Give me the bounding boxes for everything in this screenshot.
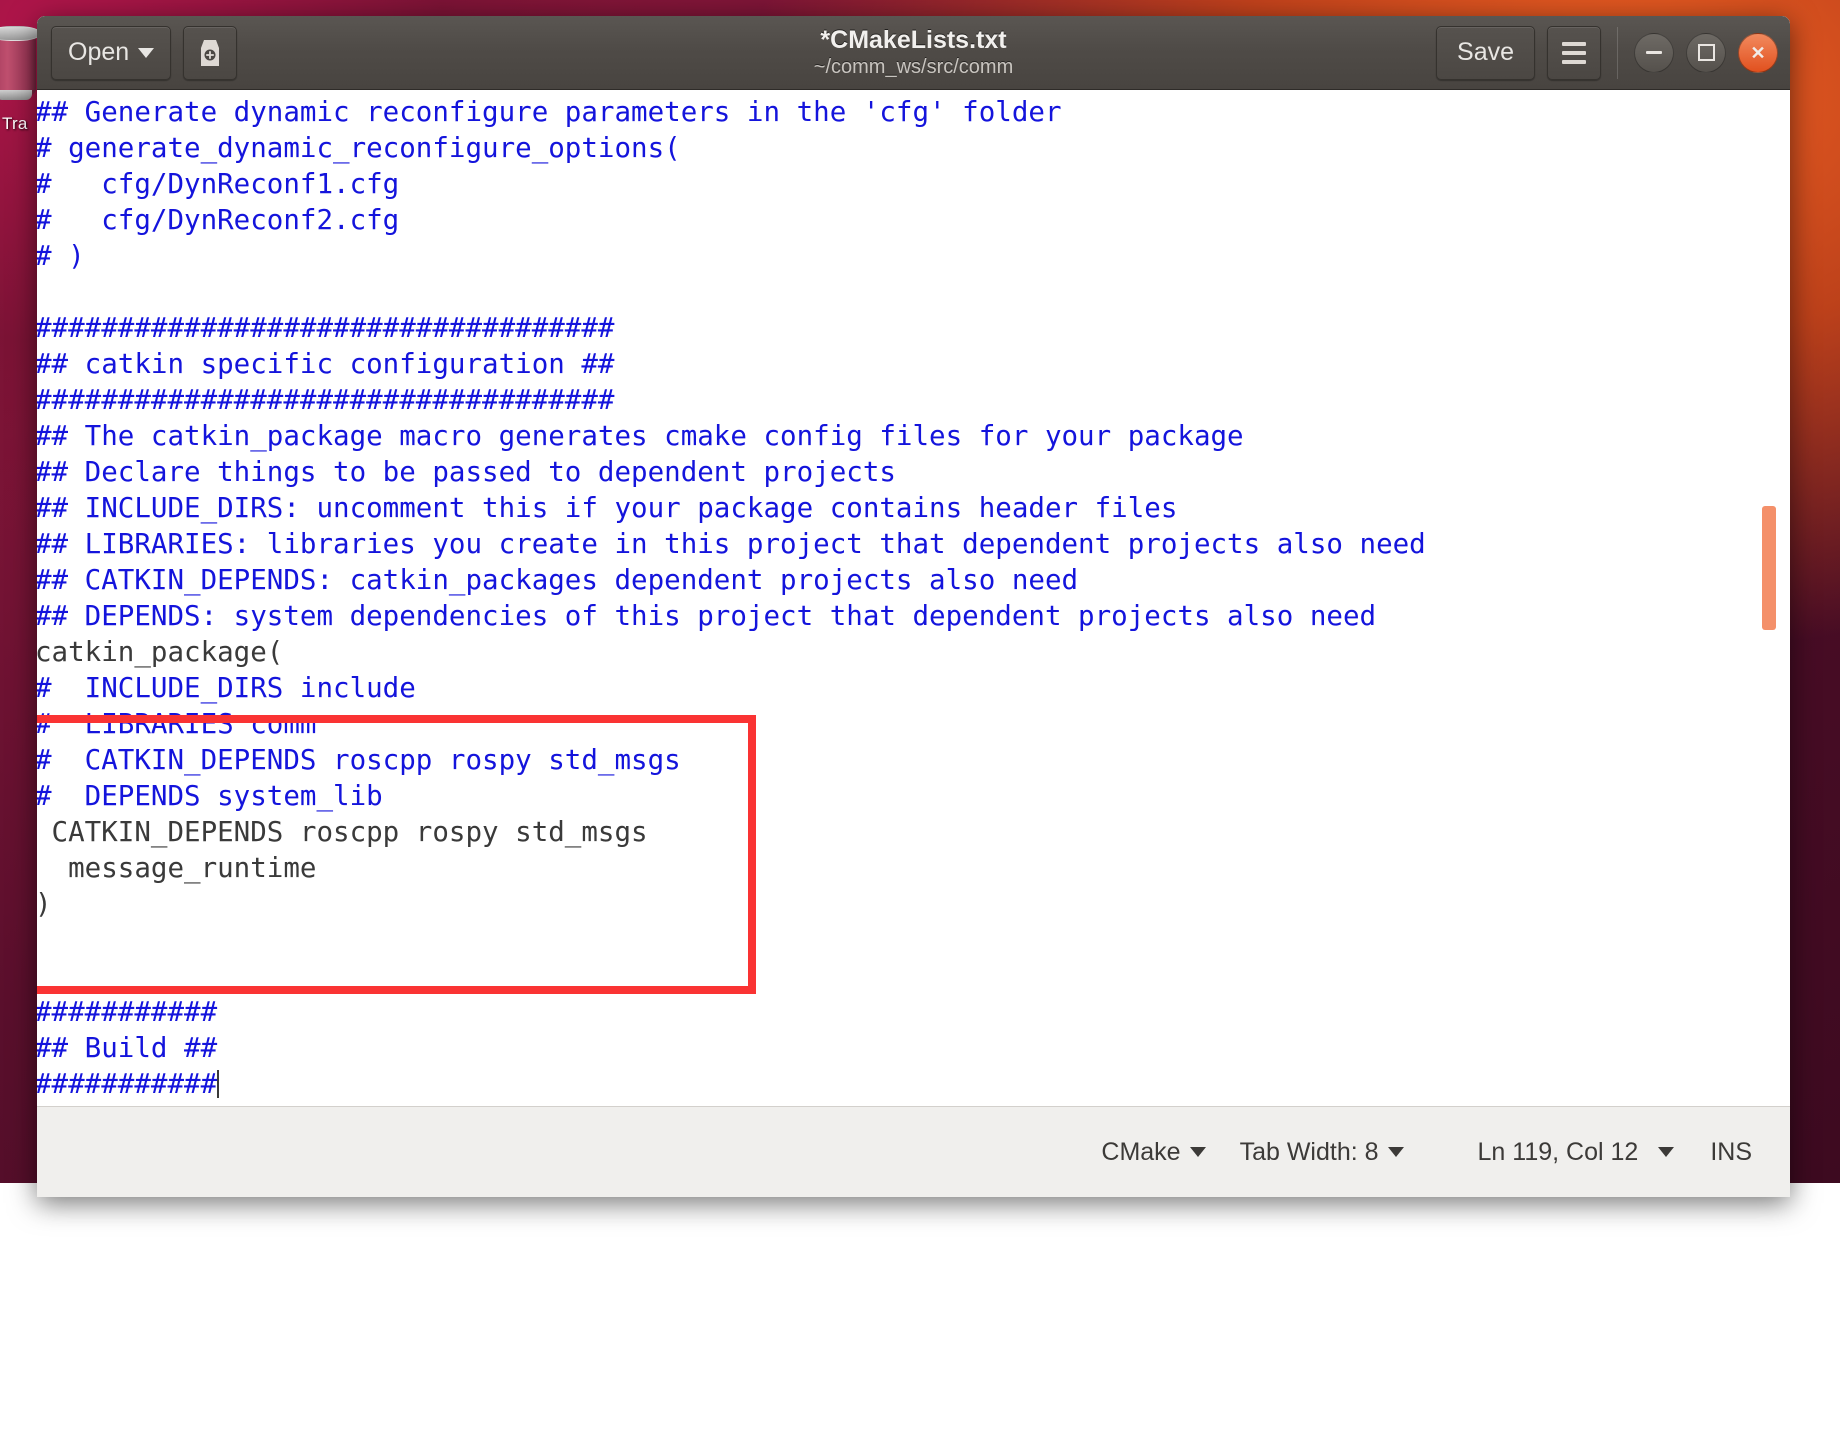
status-bar: CMake Tab Width: 8 Ln 119, Col 12 INS	[37, 1106, 1790, 1197]
chevron-down-icon	[1387, 1147, 1404, 1157]
code-line-text: ###################################	[37, 384, 615, 416]
code-line-text: # DEPENDS system_lib	[37, 780, 383, 812]
tab-width-selector[interactable]: Tab Width: 8	[1240, 1138, 1404, 1167]
code-line: ###########	[37, 994, 1426, 1030]
insert-mode-indicator: INS	[1710, 1138, 1752, 1167]
chevron-down-icon	[138, 47, 155, 58]
close-icon: ✕	[1750, 42, 1766, 63]
code-line-text: ## catkin specific configuration ##	[37, 348, 615, 380]
code-line-text: ###########	[37, 996, 218, 1028]
code-line: message_runtime	[37, 850, 1426, 886]
code-line: ## catkin specific configuration ##	[37, 346, 1426, 382]
cursor-position-text: Ln 119, Col 12	[1477, 1137, 1639, 1166]
code-line-text: ## CATKIN_DEPENDS: catkin_packages depen…	[37, 564, 1079, 596]
code-line: ## Generate dynamic reconfigure paramete…	[37, 94, 1426, 130]
code-line-text: ###################################	[37, 312, 615, 344]
code-content[interactable]: ## Generate dynamic reconfigure paramete…	[37, 94, 1426, 1102]
trash-base	[0, 90, 32, 100]
code-line: ## Build ##	[37, 1030, 1426, 1066]
code-line-text: # cfg/DynReconf2.cfg	[37, 204, 400, 236]
page-title: *CMakeLists.txt	[820, 25, 1007, 54]
trash-label: Tra	[2, 114, 28, 133]
code-line-text: ###########	[37, 1068, 218, 1100]
code-line-text: ## DEPENDS: system dependencies of this …	[37, 600, 1377, 632]
code-line-text: catkin_package(	[37, 636, 284, 668]
hamburger-menu-icon	[1562, 41, 1586, 46]
code-line-text: # generate_dynamic_reconfigure_options(	[37, 132, 681, 164]
code-line: ###################################	[37, 382, 1426, 418]
code-line-text: # cfg/DynReconf1.cfg	[37, 168, 400, 200]
code-line: # cfg/DynReconf2.cfg	[37, 202, 1426, 238]
code-line-text: )	[37, 888, 52, 920]
text-editor-view[interactable]: ## Generate dynamic reconfigure paramete…	[37, 90, 1790, 1106]
new-document-icon	[201, 39, 220, 66]
scrollbar-thumb[interactable]	[1762, 506, 1776, 630]
code-line: ## Declare things to be passed to depend…	[37, 454, 1426, 490]
open-button-label: Open	[68, 38, 130, 66]
maximize-button[interactable]	[1686, 32, 1726, 73]
desktop-trash-icon[interactable]: Tra	[0, 14, 40, 154]
text-cursor	[217, 1070, 220, 1098]
cursor-position-label: Ln 119, Col 12	[1478, 1138, 1639, 1167]
code-line-text: ## LIBRARIES: libraries you create in th…	[37, 528, 1426, 560]
code-line: # )	[37, 238, 1426, 274]
minimize-button[interactable]	[1634, 32, 1674, 73]
language-label: CMake	[1101, 1137, 1181, 1166]
code-line: # CATKIN_DEPENDS roscpp rospy std_msgs	[37, 742, 1426, 778]
code-line: ## DEPENDS: system dependencies of this …	[37, 598, 1426, 634]
code-line: )	[37, 886, 1426, 922]
code-line: ###################################	[37, 310, 1426, 346]
tab-width-label: Tab Width: 8	[1239, 1137, 1379, 1166]
code-line: # generate_dynamic_reconfigure_options(	[37, 130, 1426, 166]
header-separator	[1617, 26, 1618, 79]
gedit-window: Open *CMakeLists.txt ~/comm_ws/src/comm …	[37, 16, 1790, 1197]
code-line: CATKIN_DEPENDS roscpp rospy std_msgs	[37, 814, 1426, 850]
code-line-text: message_runtime	[37, 852, 317, 884]
code-line-text: CATKIN_DEPENDS roscpp rospy std_msgs	[37, 816, 648, 848]
trash-can-body	[0, 34, 36, 96]
code-line-text: # LIBRARIES comm	[37, 708, 317, 740]
minimize-icon	[1646, 51, 1662, 54]
new-document-button[interactable]	[183, 25, 238, 80]
language-selector[interactable]: CMake	[1101, 1137, 1206, 1167]
file-path-subtitle: ~/comm_ws/src/comm	[813, 56, 1014, 79]
hamburger-menu-icon	[1562, 59, 1586, 64]
save-button[interactable]: Save	[1436, 25, 1535, 80]
header-right-controls: Save ✕	[1436, 25, 1778, 80]
insert-mode-label: INS	[1710, 1137, 1752, 1166]
code-line: # INCLUDE_DIRS include	[37, 670, 1426, 706]
trash-lid	[0, 26, 40, 41]
hamburger-menu-icon	[1562, 50, 1586, 55]
code-line: ## INCLUDE_DIRS: uncomment this if your …	[37, 490, 1426, 526]
save-button-label: Save	[1457, 38, 1514, 66]
window-header-bar: Open *CMakeLists.txt ~/comm_ws/src/comm …	[37, 16, 1790, 90]
code-line: # cfg/DynReconf1.cfg	[37, 166, 1426, 202]
maximize-icon	[1697, 44, 1715, 61]
chevron-down-icon	[1658, 1147, 1675, 1157]
code-line-text: # INCLUDE_DIRS include	[37, 672, 416, 704]
code-line-text: ## The catkin_package macro generates cm…	[37, 420, 1244, 452]
code-line: # DEPENDS system_lib	[37, 778, 1426, 814]
code-line: # LIBRARIES comm	[37, 706, 1426, 742]
hamburger-menu-button[interactable]	[1547, 25, 1601, 80]
close-button[interactable]: ✕	[1738, 32, 1778, 73]
code-line: ## The catkin_package macro generates cm…	[37, 418, 1426, 454]
chevron-down-icon	[1189, 1147, 1206, 1157]
open-button[interactable]: Open	[51, 25, 172, 80]
code-line-text: ## Build ##	[37, 1032, 218, 1064]
code-line: ## CATKIN_DEPENDS: catkin_packages depen…	[37, 562, 1426, 598]
cursor-position-dropdown[interactable]	[1658, 1147, 1675, 1157]
code-line: ###########	[37, 1066, 1426, 1102]
code-line-text: ## INCLUDE_DIRS: uncomment this if your …	[37, 492, 1178, 524]
code-line-text: # CATKIN_DEPENDS roscpp rospy std_msgs	[37, 744, 681, 776]
code-line: ## LIBRARIES: libraries you create in th…	[37, 526, 1426, 562]
code-line-text: # )	[37, 240, 85, 272]
code-line-text: ## Generate dynamic reconfigure paramete…	[37, 96, 1062, 128]
code-line-text: ## Declare things to be passed to depend…	[37, 456, 896, 488]
code-line: catkin_package(	[37, 634, 1426, 670]
